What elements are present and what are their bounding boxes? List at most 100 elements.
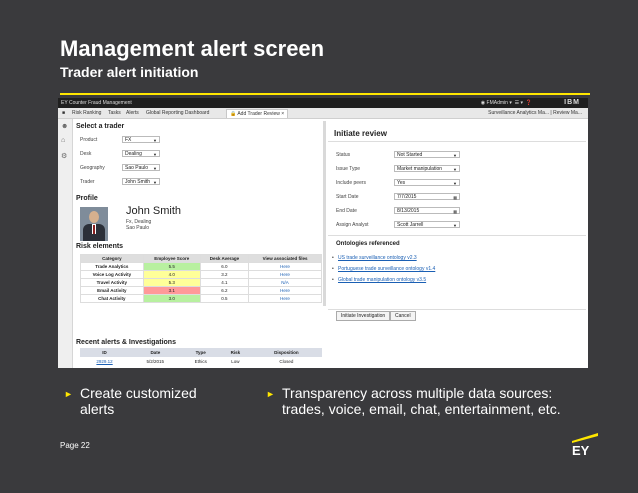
risk-heading: Risk elements [76, 243, 124, 250]
risk-files-link[interactable]: Here [248, 294, 322, 303]
bullet-icon: • [332, 277, 334, 283]
tab-add-trader-review-label: Add Trader Review [237, 111, 280, 117]
recent-table: ID Date Type Risk Disposition 2929.12 5/… [80, 348, 322, 366]
risk-files-link[interactable]: N/A [248, 278, 322, 287]
product-value: FX [125, 137, 132, 143]
risk-score: 5.5 [142, 262, 201, 271]
trader-select[interactable]: John Smith ▼ [122, 178, 160, 185]
start-date-input[interactable]: 7/7/2015 ▦ [394, 193, 460, 200]
tab-alerts[interactable]: Alerts [126, 110, 139, 116]
assign-analyst-label: Assign Analyst [336, 222, 369, 228]
initiate-review-heading: Initiate review [334, 129, 387, 138]
tab-add-trader-review[interactable]: 🔒 Add Trader Review × [226, 109, 289, 118]
risk-average: 0.5 [199, 294, 250, 303]
geography-value: Sao Paulo [125, 165, 149, 171]
column-header: Desk Average [199, 254, 250, 263]
issue-type-select[interactable]: Market manipulation ▼ [394, 165, 460, 172]
divider [328, 141, 586, 142]
risk-score: 5.3 [142, 278, 201, 287]
chevron-down-icon: ▼ [453, 223, 457, 228]
trader-photo [80, 207, 108, 241]
trader-value: John Smith [125, 179, 151, 185]
gear-icon[interactable]: ⚙ [61, 152, 67, 160]
ontology-link[interactable]: Global trade manipulation ontology v3.5 [338, 277, 426, 283]
column-header: View associated files [248, 254, 322, 263]
status-label: Status [336, 152, 351, 158]
chevron-down-icon: ▼ [153, 138, 157, 143]
person-icon[interactable]: ☻ [61, 123, 68, 130]
risk-files-link[interactable]: Here [248, 270, 322, 279]
status-select[interactable]: Not Started ▼ [394, 151, 460, 158]
column-header: Date [129, 348, 182, 357]
include-peers-label: Include peers [336, 180, 367, 186]
risk-files-link[interactable]: Here [248, 286, 322, 295]
geography-select[interactable]: Sao Paulo ▼ [122, 164, 160, 171]
tab-tasks[interactable]: Tasks [108, 110, 121, 116]
recent-header-row: ID Date Type Risk Disposition [80, 348, 322, 357]
table-row: Trade Analytics 5.5 6.0 Here [80, 262, 322, 271]
tab-global-reporting[interactable]: Global Reporting Dashboard [146, 110, 209, 116]
include-peers-value: Yes [397, 180, 406, 186]
end-date-label: End Date [336, 208, 357, 214]
user-name: FMAdmin [486, 100, 508, 106]
alert-id-link[interactable]: 2929.12 [80, 357, 129, 366]
photo-head [89, 211, 99, 223]
product-select[interactable]: FX ▼ [122, 136, 160, 143]
ontologies-heading: Ontologies referenced [336, 241, 400, 247]
initiate-investigation-button[interactable]: Initiate Investigation [336, 311, 391, 321]
cancel-button[interactable]: Cancel [390, 311, 416, 321]
home-icon[interactable]: ■ [62, 110, 65, 116]
column-header: Risk [219, 348, 251, 357]
bullet-line: alerts [80, 401, 115, 417]
risk-category: Email Activity [80, 286, 144, 295]
left-panel-scrollbar[interactable] [323, 121, 326, 306]
calendar-icon[interactable]: ▦ [453, 194, 457, 201]
risk-files-link[interactable]: Here [248, 262, 322, 271]
calendar-icon[interactable]: ▦ [453, 208, 457, 215]
risk-category: Trade Analytics [80, 262, 144, 271]
chevron-down-icon: ▼ [153, 166, 157, 171]
tab-risk-ranking[interactable]: Risk Ranking [72, 110, 101, 116]
arrow-bullet-icon: ► [64, 389, 73, 399]
desk-select[interactable]: Dealing ▼ [122, 150, 160, 157]
risk-average: 6.2 [199, 286, 250, 295]
app-top-bar: EY Counter Fraud Management ◉ FMAdmin ▾ … [58, 98, 588, 108]
bullet-line: Transparency across multiple data source… [282, 385, 553, 401]
bullet-line: Create customized [80, 385, 197, 401]
table-row[interactable]: 2929.12 5/2/2015 Ethics Low Closed [80, 357, 322, 366]
divider [328, 309, 586, 310]
bullet-list: ► Create customized alerts ► Transparenc… [64, 385, 624, 430]
end-date-value: 8/13/2015 [397, 208, 420, 214]
risk-header-row: Category Employee Score Desk Average Vie… [80, 254, 322, 263]
chevron-down-icon: ▼ [153, 152, 157, 157]
user-menu[interactable]: ◉ FMAdmin ▾ ☰ ▾ ❓ [481, 100, 532, 106]
arrow-bullet-icon: ► [266, 389, 275, 399]
column-header: Type [181, 348, 220, 357]
home-icon[interactable]: ⌂ [61, 137, 65, 144]
issue-type-value: Market manipulation [397, 166, 443, 172]
risk-score: 4.0 [142, 270, 201, 279]
bullet-icon: • [332, 255, 334, 261]
chevron-down-icon: ▼ [453, 181, 457, 186]
include-peers-select[interactable]: Yes ▼ [394, 179, 460, 186]
table-row: Email Activity 3.1 6.2 Here [80, 286, 322, 295]
risk-category: Voice Log Activity [80, 270, 144, 279]
divider [328, 235, 586, 236]
assign-analyst-select[interactable]: Scott Jarrell ▼ [394, 221, 460, 228]
tab-bar: ■ Risk Ranking Tasks Alerts Global Repor… [58, 108, 588, 119]
risk-table: Category Employee Score Desk Average Vie… [80, 254, 322, 303]
trader-label: Trader [80, 179, 95, 185]
bullet-line: trades, voice, email, chat, entertainmen… [282, 401, 561, 417]
ontology-link[interactable]: Portuguese trade surveillance ontology v… [338, 266, 435, 272]
risk-category: Chat Activity [80, 294, 144, 303]
title-divider [60, 93, 590, 95]
risk-score: 3.0 [142, 294, 201, 303]
app-screenshot: EY Counter Fraud Management ◉ FMAdmin ▾ … [58, 98, 588, 368]
slide: Management alert screen Trader alert ini… [0, 0, 638, 493]
ontology-link[interactable]: US trade surveillance ontology v2.3 [338, 255, 417, 261]
right-tabs[interactable]: Surveillance Analytics Ma... | Review Ma… [488, 110, 582, 116]
end-date-input[interactable]: 8/13/2015 ▦ [394, 207, 460, 214]
risk-average: 6.0 [199, 262, 250, 271]
risk-average: 4.1 [199, 278, 250, 287]
start-date-value: 7/7/2015 [397, 194, 417, 200]
